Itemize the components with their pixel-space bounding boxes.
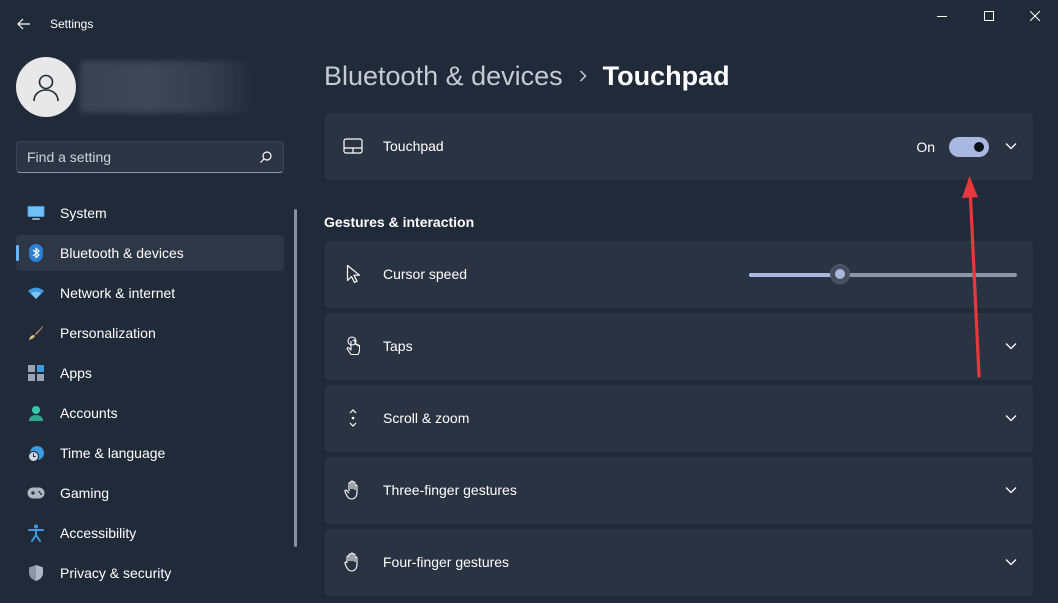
maximize-button[interactable] <box>966 0 1012 32</box>
hand-icon <box>343 480 363 500</box>
apps-icon <box>27 364 45 382</box>
search-icon[interactable] <box>259 150 273 164</box>
sidebar-item-label: Accounts <box>60 405 118 421</box>
sidebar-item-label: Network & internet <box>60 285 176 301</box>
chevron-down-icon[interactable] <box>1003 410 1019 426</box>
sidebar-item-label: Apps <box>60 365 92 381</box>
chevron-down-icon[interactable] <box>1003 482 1019 498</box>
avatar <box>16 57 76 117</box>
sidebar-item-accessibility[interactable]: Accessibility <box>16 515 284 551</box>
three-finger-gestures-card[interactable]: Three-finger gestures <box>325 457 1033 524</box>
touchpad-card[interactable]: Touchpad On <box>325 113 1033 180</box>
page-title: Touchpad <box>602 60 730 91</box>
back-button[interactable] <box>10 10 38 38</box>
taps-label: Taps <box>383 338 413 354</box>
sidebar-item-time-language[interactable]: Time & language <box>16 435 284 471</box>
maximize-icon <box>984 11 994 21</box>
person-icon <box>27 404 45 422</box>
cursor-speed-label: Cursor speed <box>383 266 468 282</box>
sidebar-item-personalization[interactable]: Personalization <box>16 315 284 351</box>
close-icon <box>1030 11 1040 21</box>
touchpad-toggle[interactable] <box>949 137 989 157</box>
sidebar-item-label: Gaming <box>60 485 110 501</box>
sidebar-item-accounts[interactable]: Accounts <box>16 395 284 431</box>
toggle-state-label: On <box>916 139 935 155</box>
gamepad-icon <box>27 484 45 502</box>
sidebar-item-apps[interactable]: Apps <box>16 355 284 391</box>
minimize-icon <box>937 16 947 17</box>
sidebar-item-gaming[interactable]: Gaming <box>16 475 284 511</box>
slider-thumb[interactable] <box>830 264 851 284</box>
hand-icon <box>343 552 363 572</box>
accessibility-icon <box>27 524 45 542</box>
close-button[interactable] <box>1012 0 1058 32</box>
sidebar-item-label: Time & language <box>60 445 166 461</box>
sidebar-item-label: System <box>60 205 107 221</box>
breadcrumb-parent[interactable]: Bluetooth & devices <box>324 61 563 92</box>
toggle-knob <box>974 142 984 152</box>
scroll-zoom-card[interactable]: Scroll & zoom <box>325 385 1033 452</box>
sidebar-item-network[interactable]: Network & internet <box>16 275 284 311</box>
monitor-icon <box>27 204 45 222</box>
sidebar-item-label: Accessibility <box>60 525 137 541</box>
user-profile[interactable] <box>16 57 286 117</box>
sidebar-nav: System Bluetooth & devices Network & int… <box>16 195 284 595</box>
scroll-icon <box>343 408 363 428</box>
search-input[interactable] <box>27 142 252 172</box>
four-finger-gestures-card[interactable]: Four-finger gestures <box>325 529 1033 596</box>
sidebar-item-bluetooth-devices[interactable]: Bluetooth & devices <box>16 235 284 271</box>
section-title: Gestures & interaction <box>324 214 475 230</box>
chevron-right-icon <box>579 70 587 82</box>
bluetooth-icon <box>27 244 45 262</box>
touchpad-icon <box>343 136 363 156</box>
person-icon <box>33 74 59 102</box>
sidebar-item-label: Bluetooth & devices <box>60 245 184 261</box>
profile-name-redacted <box>80 61 256 113</box>
scroll-zoom-label: Scroll & zoom <box>383 410 470 426</box>
sidebar-item-privacy-security[interactable]: Privacy & security <box>16 555 284 591</box>
breadcrumb: Bluetooth & devices Touchpad <box>324 58 730 94</box>
brush-icon <box>27 324 45 342</box>
shield-icon <box>27 564 45 582</box>
cursor-speed-slider[interactable] <box>749 264 1017 284</box>
chevron-down-icon[interactable] <box>1003 138 1019 154</box>
taps-card[interactable]: Taps <box>325 313 1033 380</box>
arrow-left-icon <box>17 18 30 30</box>
cursor-icon <box>343 264 363 284</box>
chevron-down-icon[interactable] <box>1003 554 1019 570</box>
sidebar-scrollbar[interactable] <box>294 209 297 547</box>
four-finger-gestures-label: Four-finger gestures <box>383 554 510 570</box>
minimize-button[interactable] <box>919 0 965 32</box>
title-bar: Settings <box>0 0 1058 48</box>
touchpad-label: Touchpad <box>383 138 444 154</box>
sidebar-item-label: Privacy & security <box>60 565 172 581</box>
slider-fill <box>749 273 841 277</box>
sidebar-item-system[interactable]: System <box>16 195 284 231</box>
wifi-icon <box>27 284 45 302</box>
search-box[interactable] <box>16 141 284 173</box>
cursor-speed-card: Cursor speed <box>325 241 1033 308</box>
sidebar-item-label: Personalization <box>60 325 156 341</box>
chevron-down-icon[interactable] <box>1003 338 1019 354</box>
app-title: Settings <box>50 17 94 31</box>
globe-clock-icon <box>27 444 45 462</box>
three-finger-gestures-label: Three-finger gestures <box>383 482 517 498</box>
tap-icon <box>343 336 363 356</box>
